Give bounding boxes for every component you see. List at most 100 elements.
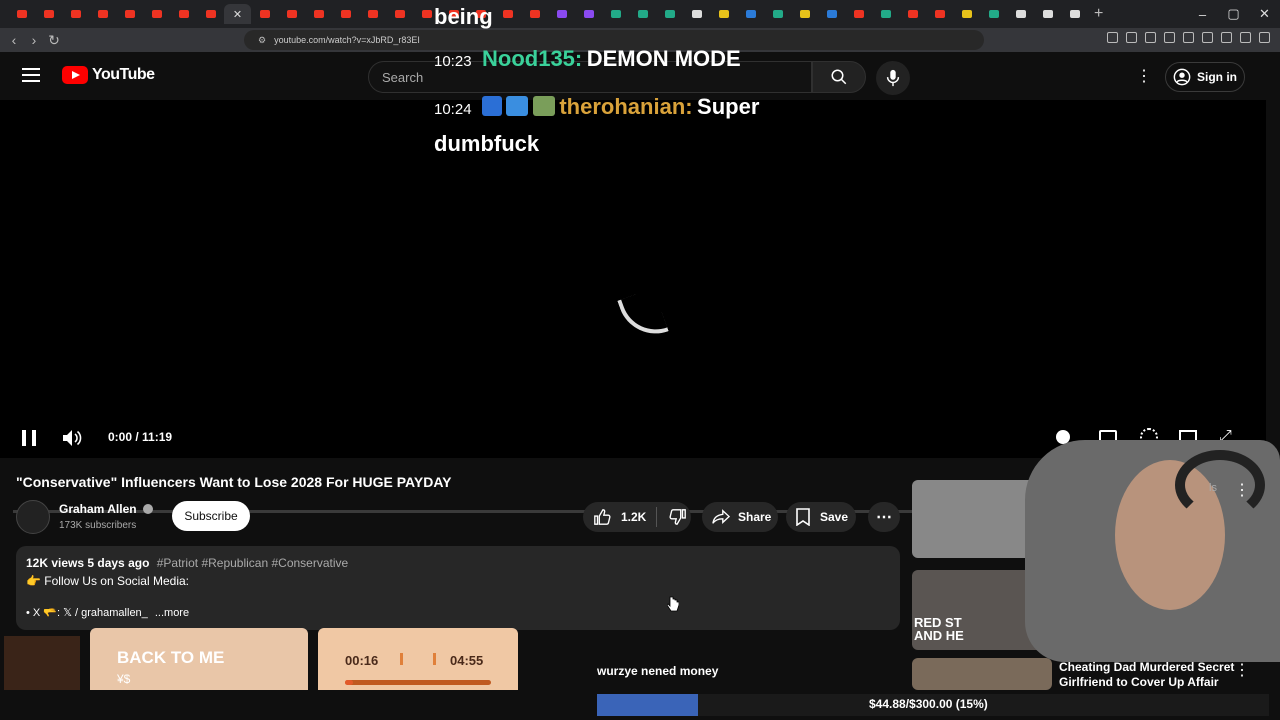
channel-name: Graham Allen	[59, 502, 137, 516]
browser-tab[interactable]	[872, 4, 899, 24]
browser-tab[interactable]	[1007, 4, 1034, 24]
search-icon	[831, 69, 847, 85]
browser-tab[interactable]	[791, 4, 818, 24]
chat-separator: :	[574, 46, 583, 71]
browser-tab[interactable]	[116, 4, 143, 24]
menu-icon[interactable]	[1259, 32, 1270, 43]
browser-tab-active[interactable]: ✕	[224, 4, 251, 24]
social-link[interactable]: • X 🫳: 𝕏 / grahamallen_	[26, 607, 148, 619]
like-count[interactable]: 1.2K	[621, 510, 646, 524]
youtube-logo[interactable]: YouTube	[62, 66, 155, 84]
browser-tab[interactable]	[1061, 4, 1088, 24]
song-progress-track	[345, 680, 491, 685]
like-dislike-group: 1.2K	[583, 502, 691, 532]
voice-search-button[interactable]	[876, 61, 910, 95]
chat-message-text: DEMON MODE	[586, 46, 741, 71]
microphone-icon	[886, 69, 900, 87]
browser-tab[interactable]	[305, 4, 332, 24]
sign-in-button[interactable]: Sign in	[1165, 62, 1245, 92]
youtube-play-icon	[62, 66, 88, 84]
volume-icon[interactable]	[62, 429, 82, 447]
extension-icon[interactable]	[1126, 32, 1137, 43]
reload-icon[interactable]: ↻	[44, 32, 64, 49]
show-more-link[interactable]: ...more	[155, 607, 189, 619]
search-button[interactable]	[812, 61, 866, 93]
settings-menu-icon[interactable]: ⋮	[1136, 66, 1152, 86]
minimize-button[interactable]: –	[1187, 0, 1218, 28]
stream-chat-overlay: being 10:23 Nood135: DEMON MODE 10:24 th…	[434, 0, 794, 160]
chat-message: 10:23 Nood135: DEMON MODE	[434, 46, 741, 72]
site-info-icon[interactable]: ⚙	[258, 35, 266, 46]
browser-tab[interactable]	[926, 4, 953, 24]
recommendation-menu-icon[interactable]: ⋮	[1234, 480, 1250, 500]
video-title: "Conservative" Influencers Want to Lose …	[16, 474, 452, 490]
headphones-graphic	[1175, 450, 1265, 520]
hashtags[interactable]: #Patriot #Republican #Conservative	[157, 556, 348, 570]
extension-icon[interactable]	[1107, 32, 1118, 43]
browser-tab[interactable]	[197, 4, 224, 24]
hand-cursor-icon	[667, 596, 679, 612]
more-actions-icon[interactable]: ⋯	[868, 502, 900, 532]
save-label: Save	[820, 510, 849, 524]
chat-username: therohanian	[559, 94, 686, 119]
browser-tab[interactable]	[899, 4, 926, 24]
browser-tab[interactable]	[980, 4, 1007, 24]
donation-goal-text: $44.88/$300.00 (15%)	[869, 697, 988, 711]
hamburger-menu-icon[interactable]	[22, 68, 40, 86]
song-progress-fill	[345, 680, 353, 685]
browser-tab[interactable]	[278, 4, 305, 24]
chat-message: 10:24 therohanian: Super dumbfuck	[434, 90, 794, 164]
settings-icon[interactable]	[1221, 32, 1232, 43]
browser-tab[interactable]	[845, 4, 872, 24]
back-icon[interactable]: ‹	[4, 32, 24, 48]
subscribe-button[interactable]: Subscribe	[172, 501, 250, 531]
sign-in-label: Sign in	[1197, 70, 1237, 84]
channel-avatar[interactable]	[16, 500, 50, 534]
music-icon[interactable]	[1145, 32, 1156, 43]
save-button[interactable]: Save	[786, 502, 856, 532]
recommendation-title[interactable]: Cheating Dad Murdered Secret Girlfriend …	[1059, 660, 1239, 690]
video-thumbnail[interactable]	[912, 658, 1052, 690]
browser-tab[interactable]	[332, 4, 359, 24]
browser-tab[interactable]	[89, 4, 116, 24]
pause-button[interactable]	[22, 430, 36, 446]
playlist-icon[interactable]	[1164, 32, 1175, 43]
browser-tab[interactable]	[35, 4, 62, 24]
search-placeholder: Search	[382, 69, 424, 85]
close-button[interactable]: ✕	[1249, 0, 1280, 28]
browser-tab[interactable]	[359, 4, 386, 24]
browser-tab[interactable]	[170, 4, 197, 24]
share-button[interactable]: Share	[702, 502, 778, 532]
browser-tab[interactable]	[818, 4, 845, 24]
description-link-line: • X 🫳: 𝕏 / grahamallen_ ...more	[26, 606, 890, 619]
song-total: 04:55	[450, 653, 484, 668]
equalizer-icon	[400, 653, 436, 665]
verified-icon	[142, 504, 153, 514]
donation-goal-fill	[597, 694, 698, 716]
browser-tab[interactable]	[386, 4, 413, 24]
browser-tab[interactable]	[8, 4, 35, 24]
like-divider	[656, 507, 658, 527]
browser-tab[interactable]	[62, 4, 89, 24]
sidebar-icon[interactable]	[1183, 32, 1194, 43]
recommendation-menu-icon[interactable]: ⋮	[1234, 660, 1250, 680]
new-tab-button[interactable]: +	[1094, 5, 1103, 23]
description-box[interactable]: 12K views 5 days ago #Patriot #Republica…	[16, 546, 900, 630]
browser-tab[interactable]	[953, 4, 980, 24]
channel-name-wrap[interactable]: Graham Allen	[59, 502, 153, 516]
wallet-icon[interactable]	[1202, 32, 1213, 43]
browser-tab[interactable]	[143, 4, 170, 24]
emote-badge-icon	[532, 96, 555, 116]
like-icon[interactable]	[593, 508, 611, 526]
song-elapsed: 00:16	[345, 653, 379, 668]
browser-tab[interactable]	[251, 4, 278, 24]
dislike-icon[interactable]	[669, 508, 687, 526]
moderator-badge-icon	[482, 96, 502, 116]
maximize-button[interactable]: ▢	[1218, 0, 1249, 28]
browser-tab[interactable]	[1034, 4, 1061, 24]
chat-partial-line: being	[434, 4, 493, 29]
description-social-line: 👉 Follow Us on Social Media:	[26, 574, 190, 588]
share-label: Share	[738, 510, 772, 524]
shield-icon[interactable]	[1240, 32, 1251, 43]
forward-icon[interactable]: ›	[24, 32, 44, 48]
